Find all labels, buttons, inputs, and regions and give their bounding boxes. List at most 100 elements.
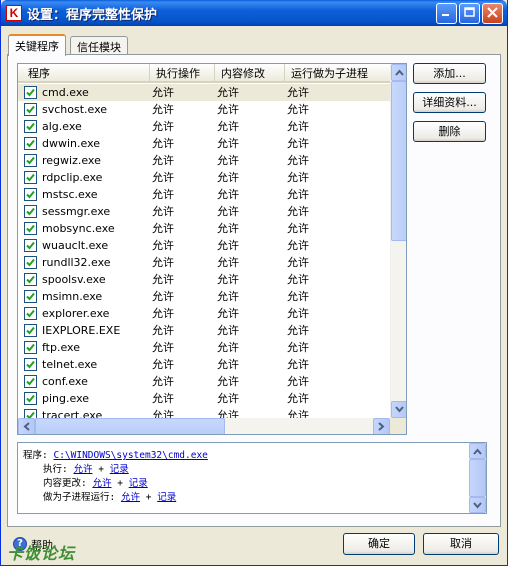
title-bar[interactable]: K 设置：程序完整性保护 bbox=[1, 0, 507, 26]
row-checkbox[interactable] bbox=[24, 256, 37, 269]
row-checkbox[interactable] bbox=[24, 290, 37, 303]
table-row[interactable]: explorer.exe 允许 允许 允许 bbox=[18, 305, 390, 322]
row-checkbox[interactable] bbox=[24, 273, 37, 286]
table-row[interactable]: IEXPLORE.EXE 允许 允许 允许 bbox=[18, 322, 390, 339]
column-header-child[interactable]: 运行做为子进程 bbox=[285, 64, 390, 83]
cell-exec: 允许 bbox=[152, 273, 174, 286]
add-button[interactable]: 添加... bbox=[413, 63, 486, 84]
table-row[interactable]: sessmgr.exe 允许 允许 允许 bbox=[18, 203, 390, 220]
checkmark-icon bbox=[26, 173, 35, 182]
row-checkbox[interactable] bbox=[24, 222, 37, 235]
cancel-button[interactable]: 取消 bbox=[423, 533, 499, 555]
row-checkbox[interactable] bbox=[24, 341, 37, 354]
detail-modify-label: 内容更改: bbox=[43, 478, 87, 489]
table-row[interactable]: spoolsv.exe 允许 允许 允许 bbox=[18, 271, 390, 288]
cell-program-name: msimn.exe bbox=[42, 290, 103, 303]
row-checkbox[interactable] bbox=[24, 324, 37, 337]
table-row[interactable]: wuauclt.exe 允许 允许 允许 bbox=[18, 237, 390, 254]
column-header-modify[interactable]: 内容修改 bbox=[215, 64, 285, 83]
program-list[interactable]: 程序 执行操作 内容修改 运行做为子进程 cmd.exe 允许 允许 允许 svchos… bbox=[17, 63, 407, 435]
cell-program-name: sessmgr.exe bbox=[42, 205, 111, 218]
child-record-link[interactable]: 记录 bbox=[157, 492, 176, 503]
table-row[interactable]: svchost.exe 允许 允许 允许 bbox=[18, 101, 390, 118]
table-row[interactable]: mstsc.exe 允许 允许 允许 bbox=[18, 186, 390, 203]
list-horizontal-scrollbar[interactable] bbox=[18, 418, 390, 434]
exec-record-link[interactable]: 记录 bbox=[110, 464, 129, 475]
row-checkbox[interactable] bbox=[24, 239, 37, 252]
scroll-down-button[interactable] bbox=[391, 401, 406, 418]
delete-button[interactable]: 删除 bbox=[413, 121, 486, 142]
cell-child: 允许 bbox=[287, 103, 309, 116]
cell-child: 允许 bbox=[287, 273, 309, 286]
program-path-link[interactable]: C:\WINDOWS\system32\cmd.exe bbox=[53, 450, 207, 461]
details-button[interactable]: 详细资料... bbox=[413, 92, 486, 113]
detail-vertical-scrollbar[interactable] bbox=[469, 443, 486, 513]
row-checkbox[interactable] bbox=[24, 188, 37, 201]
cell-program-name: telnet.exe bbox=[42, 358, 98, 371]
modify-allow-link[interactable]: 允许 bbox=[92, 478, 111, 489]
cell-modify: 允许 bbox=[217, 307, 239, 320]
table-row[interactable]: ftp.exe 允许 允许 允许 bbox=[18, 339, 390, 356]
scroll-up-button[interactable] bbox=[391, 64, 406, 81]
cell-exec: 允许 bbox=[152, 154, 174, 167]
detail-scroll-up-button[interactable] bbox=[469, 443, 486, 459]
table-row[interactable]: telnet.exe 允许 允许 允许 bbox=[18, 356, 390, 373]
checkmark-icon bbox=[26, 309, 35, 318]
row-checkbox[interactable] bbox=[24, 205, 37, 218]
row-checkbox[interactable] bbox=[24, 307, 37, 320]
column-header-exec[interactable]: 执行操作 bbox=[150, 64, 215, 83]
cell-exec: 允许 bbox=[152, 290, 174, 303]
cell-program-name: rdpclip.exe bbox=[42, 171, 103, 184]
cell-program-name: rundll32.exe bbox=[42, 256, 111, 269]
scroll-left-button[interactable] bbox=[18, 418, 35, 434]
list-vertical-scrollbar[interactable] bbox=[390, 64, 406, 418]
list-horizontal-thumb[interactable] bbox=[35, 418, 225, 434]
tab-trusted-modules[interactable]: 信任模块 bbox=[70, 36, 128, 56]
minimize-button[interactable] bbox=[436, 3, 457, 24]
child-allow-link[interactable]: 允许 bbox=[121, 492, 140, 503]
table-row[interactable]: mobsync.exe 允许 允许 允许 bbox=[18, 220, 390, 237]
tab-key-programs[interactable]: 关键程序 bbox=[8, 34, 66, 56]
table-row[interactable]: conf.exe 允许 允许 允许 bbox=[18, 373, 390, 390]
modify-record-link[interactable]: 记录 bbox=[129, 478, 148, 489]
detail-scroll-down-button[interactable] bbox=[469, 497, 486, 513]
table-row[interactable]: rundll32.exe 允许 允许 允许 bbox=[18, 254, 390, 271]
table-row[interactable]: msimn.exe 允许 允许 允许 bbox=[18, 288, 390, 305]
row-checkbox[interactable] bbox=[24, 120, 37, 133]
maximize-button[interactable] bbox=[459, 3, 480, 24]
chevron-right-icon bbox=[378, 422, 385, 431]
cell-program-name: mobsync.exe bbox=[42, 222, 115, 235]
exec-allow-link[interactable]: 允许 bbox=[73, 464, 92, 475]
cell-modify: 允许 bbox=[217, 188, 239, 201]
checkmark-icon bbox=[26, 360, 35, 369]
table-row[interactable]: dwwin.exe 允许 允许 允许 bbox=[18, 135, 390, 152]
column-header-program[interactable]: 程序 bbox=[22, 64, 150, 83]
chevron-left-icon bbox=[23, 422, 30, 431]
list-rows: cmd.exe 允许 允许 允许 svchost.exe 允许 允许 允许 alg.exe 允许允… bbox=[18, 84, 390, 424]
table-row[interactable]: regwiz.exe 允许 允许 允许 bbox=[18, 152, 390, 169]
row-checkbox[interactable] bbox=[24, 137, 37, 150]
list-vertical-thumb[interactable] bbox=[391, 81, 406, 241]
row-checkbox[interactable] bbox=[24, 375, 37, 388]
row-checkbox[interactable] bbox=[24, 154, 37, 167]
row-checkbox[interactable] bbox=[24, 103, 37, 116]
cell-program-name: ping.exe bbox=[42, 392, 90, 405]
table-row[interactable]: alg.exe 允许 允许 允许 bbox=[18, 118, 390, 135]
table-row[interactable]: rdpclip.exe 允许 允许 允许 bbox=[18, 169, 390, 186]
cell-program-name: dwwin.exe bbox=[42, 137, 101, 150]
table-row[interactable]: cmd.exe 允许 允许 允许 bbox=[18, 84, 390, 101]
row-checkbox[interactable] bbox=[24, 86, 37, 99]
scroll-right-button[interactable] bbox=[373, 418, 390, 434]
row-checkbox[interactable] bbox=[24, 392, 37, 405]
maximize-icon bbox=[464, 7, 475, 17]
ok-button[interactable]: 确定 bbox=[343, 533, 415, 555]
settings-window: K 设置：程序完整性保护 关键程序 信任模块 程序 执行操作 内容修改 运行做为… bbox=[0, 0, 508, 566]
cell-program-name: explorer.exe bbox=[42, 307, 110, 320]
checkmark-icon bbox=[26, 292, 35, 301]
cell-program-name: cmd.exe bbox=[42, 86, 89, 99]
row-checkbox[interactable] bbox=[24, 171, 37, 184]
detail-vertical-thumb[interactable] bbox=[469, 459, 486, 497]
close-button[interactable] bbox=[482, 3, 503, 24]
table-row[interactable]: ping.exe 允许 允许 允许 bbox=[18, 390, 390, 407]
row-checkbox[interactable] bbox=[24, 358, 37, 371]
